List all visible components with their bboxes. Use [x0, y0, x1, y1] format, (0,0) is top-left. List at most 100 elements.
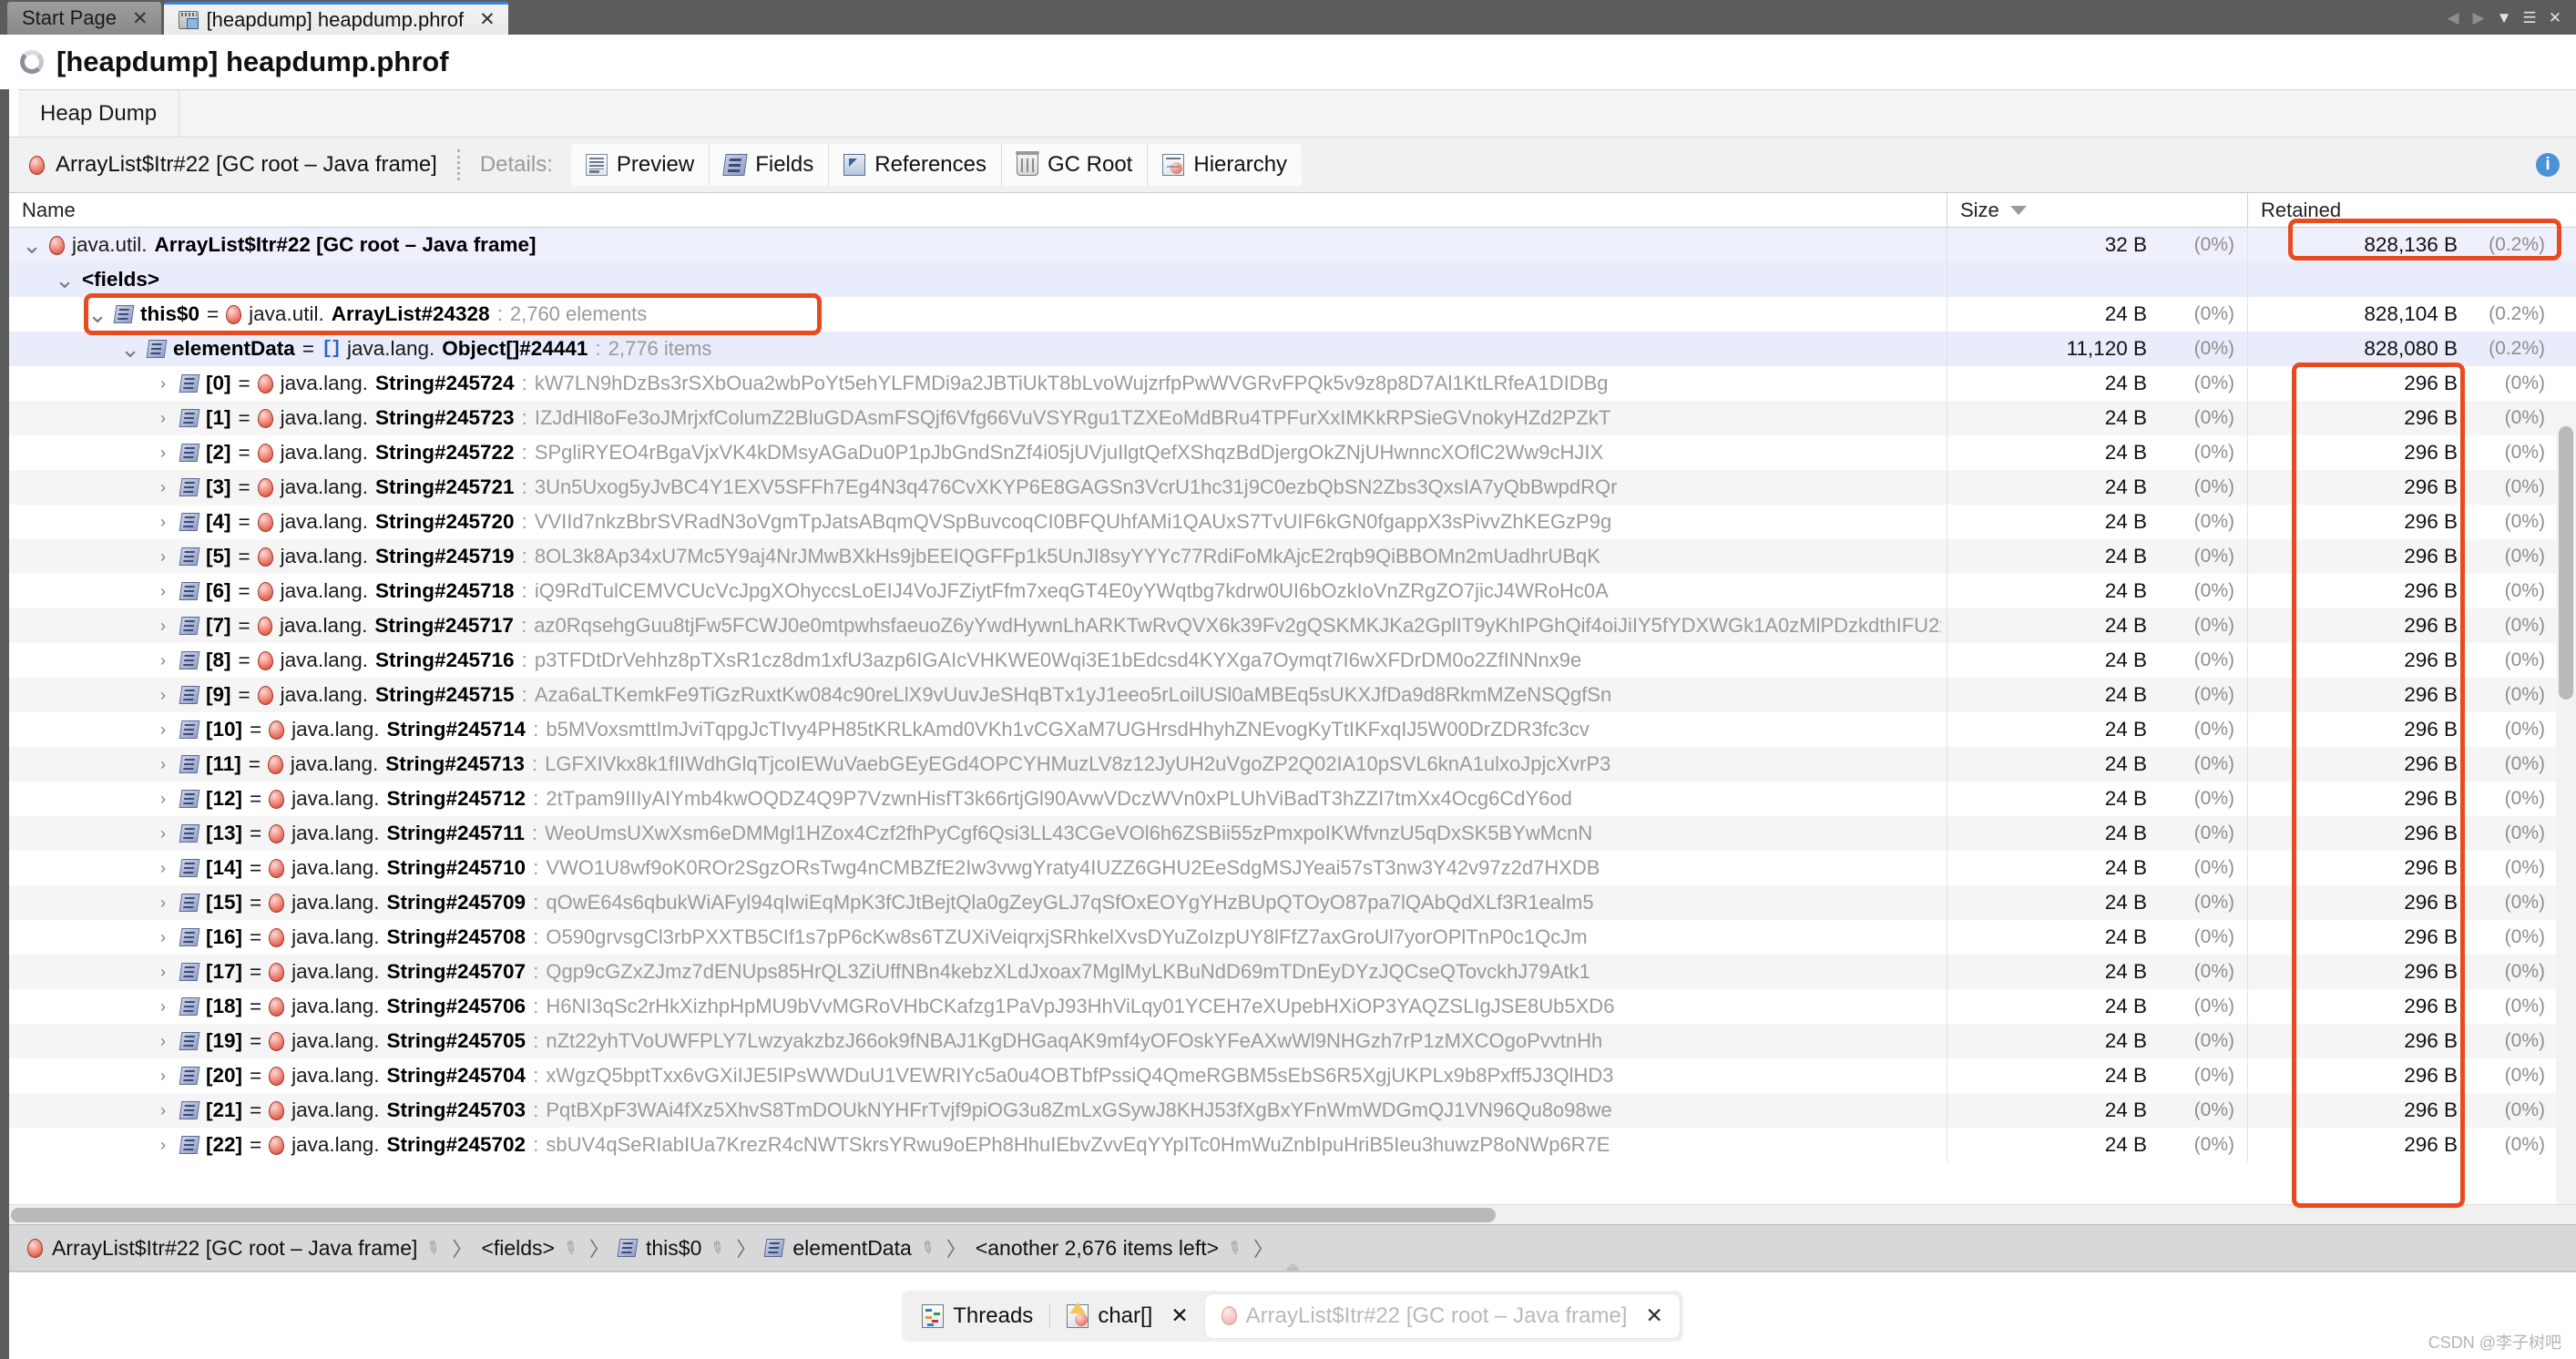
chevron-down-icon[interactable]: ⌄ — [55, 268, 75, 291]
chevron-right-icon[interactable]: › — [153, 859, 173, 878]
size-value: 24 B — [2104, 752, 2147, 775]
chevron-right-icon[interactable]: › — [153, 409, 173, 428]
vertical-scrollbar-thumb[interactable] — [2559, 426, 2573, 700]
chevron-right-icon[interactable]: › — [153, 444, 173, 463]
table-row[interactable]: ⌄ this$0 = java.util. ArrayList#24328 : 2,… — [9, 297, 2576, 332]
close-icon[interactable]: ✕ — [1645, 1303, 1662, 1328]
chevron-right-icon[interactable]: › — [153, 582, 173, 601]
retained-value: 296 B — [2404, 614, 2458, 637]
chevron-down-icon[interactable]: ⌄ — [87, 302, 107, 326]
editor-tab-heapdump[interactable]: [heapdump] heapdump.phrof ✕ — [163, 2, 508, 35]
table-row[interactable]: › [21] = java.lang. String#245703 : PqtBXp… — [9, 1093, 2576, 1128]
column-header-size[interactable]: Size — [1947, 193, 2247, 227]
table-row[interactable]: › [12] = java.lang. String#245712 : 2tTpam… — [9, 782, 2576, 816]
horizontal-scrollbar[interactable] — [9, 1204, 2576, 1224]
details-button-preview[interactable]: Preview — [570, 144, 710, 186]
table-row[interactable]: ⌄ <fields> — [9, 262, 2576, 297]
breadcrumb-item[interactable]: ArrayList$Itr#22 [GC root – Java frame] ✎… — [27, 1233, 472, 1262]
pin-icon[interactable]: ✎ — [1223, 1236, 1248, 1259]
chevron-right-icon[interactable]: › — [153, 755, 173, 774]
table-row[interactable]: ⌄ java.util. ArrayList$Itr#22 [GC root – J… — [9, 228, 2576, 262]
table-row[interactable]: › [10] = java.lang. String#245714 : b5MVox… — [9, 712, 2576, 747]
instance-dot-icon — [226, 304, 242, 324]
chevron-right-icon[interactable]: › — [153, 617, 173, 636]
bottom-tab-arraylist-itr[interactable]: ArrayList$Itr#22 [GC root – Java frame] … — [1204, 1293, 1680, 1338]
info-icon[interactable]: i — [2536, 153, 2560, 177]
chevron-right-icon[interactable]: › — [153, 720, 173, 740]
maximize-icon[interactable]: ☰ — [2518, 6, 2541, 30]
horizontal-scrollbar-thumb[interactable] — [11, 1208, 1496, 1222]
size-value: 24 B — [2104, 787, 2147, 810]
details-button-hierarchy[interactable]: Hierarchy — [1148, 144, 1303, 186]
class-name: String#245724 — [374, 372, 515, 394]
details-button-fields[interactable]: Fields — [710, 144, 830, 186]
chevron-right-icon[interactable]: › — [153, 1067, 173, 1086]
chevron-right-icon[interactable]: › — [153, 894, 173, 913]
table-row[interactable]: › [8] = java.lang. String#245716 : p3TFDtD… — [9, 643, 2576, 678]
close-icon[interactable]: ✕ — [132, 7, 148, 30]
details-button-references[interactable]: References — [829, 144, 1002, 186]
close-icon[interactable]: ✕ — [479, 8, 496, 31]
details-button-gc-root[interactable]: GC Root — [1001, 144, 1149, 186]
chevron-right-icon[interactable]: › — [153, 374, 173, 393]
table-row[interactable]: › [7] = java.lang. String#245717 : az0Rqse… — [9, 608, 2576, 643]
field-name: [16] — [206, 925, 243, 948]
breadcrumb-item[interactable]: elementData ✎ 〉 — [763, 1233, 966, 1262]
breadcrumb-item[interactable]: <fields> ✎ 〉 — [481, 1233, 609, 1262]
table-row[interactable]: › [1] = java.lang. String#245723 : IZJdHl8… — [9, 401, 2576, 435]
chevron-down-icon[interactable]: ⌄ — [22, 233, 42, 257]
table-row[interactable]: ⌄ elementData = [] java.lang. Object[]#244… — [9, 332, 2576, 366]
vertical-scrollbar[interactable] — [2556, 421, 2576, 1204]
table-row[interactable]: › [9] = java.lang. String#245715 : Aza6aLT… — [9, 678, 2576, 712]
bottom-tab-threads[interactable]: Threads — [905, 1294, 1049, 1338]
subtab-heap-dump[interactable]: Heap Dump — [18, 89, 180, 138]
pin-icon[interactable]: ✎ — [707, 1236, 731, 1259]
chevron-down-icon[interactable]: ⌄ — [120, 337, 140, 361]
chevron-right-icon[interactable]: › — [153, 928, 173, 947]
table-row[interactable]: › [13] = java.lang. String#245711 : WeoUms… — [9, 816, 2576, 851]
chevron-right-icon[interactable]: › — [153, 1032, 173, 1051]
table-row[interactable]: › [20] = java.lang. String#245704 : xWgzQ5… — [9, 1058, 2576, 1093]
chevron-right-icon[interactable]: › — [153, 790, 173, 809]
scroll-right-icon[interactable]: ▶ — [2467, 6, 2490, 30]
table-row[interactable]: › [0] = java.lang. String#245724 : kW7LN9h… — [9, 366, 2576, 401]
table-row[interactable]: › [15] = java.lang. String#245709 : qOwE64… — [9, 885, 2576, 920]
close-all-icon[interactable]: ✕ — [2543, 6, 2567, 30]
column-header-name[interactable]: Name — [9, 193, 1947, 227]
chevron-right-icon[interactable]: › — [153, 651, 173, 670]
scroll-left-icon[interactable]: ◀ — [2441, 6, 2465, 30]
table-row[interactable]: › [18] = java.lang. String#245706 : H6NI3q… — [9, 989, 2576, 1024]
chevron-right-icon[interactable]: › — [153, 824, 173, 843]
package-name: java.lang. — [291, 995, 380, 1017]
table-row[interactable]: › [3] = java.lang. String#245721 : 3Un5Uxo… — [9, 470, 2576, 505]
table-row[interactable]: › [17] = java.lang. String#245707 : Qgp9cG… — [9, 955, 2576, 989]
chevron-right-icon[interactable]: › — [153, 1136, 173, 1155]
table-row[interactable]: › [5] = java.lang. String#245719 : 8OL3k8A… — [9, 539, 2576, 574]
pin-icon[interactable]: ✎ — [423, 1236, 446, 1259]
chevron-right-icon[interactable]: › — [153, 1101, 173, 1120]
table-row[interactable]: › [19] = java.lang. String#245705 : nZt22y… — [9, 1024, 2576, 1058]
chevron-right-icon[interactable]: › — [153, 547, 173, 567]
table-row[interactable]: › [16] = java.lang. String#245708 : O590gr… — [9, 920, 2576, 955]
pin-icon[interactable]: ✎ — [916, 1236, 940, 1259]
chevron-right-icon[interactable]: › — [153, 686, 173, 705]
table-row[interactable]: › [22] = java.lang. String#245702 : sbUV4q… — [9, 1128, 2576, 1162]
table-row[interactable]: › [11] = java.lang. String#245713 : LGFXIV… — [9, 747, 2576, 782]
table-row[interactable]: › [4] = java.lang. String#245720 : VVIId7n… — [9, 505, 2576, 539]
close-icon[interactable]: ✕ — [1170, 1303, 1188, 1328]
tab-list-dropdown-icon[interactable]: ▼ — [2492, 6, 2516, 30]
table-row[interactable]: › [14] = java.lang. String#245710 : VWO1U8… — [9, 851, 2576, 885]
table-row[interactable]: › [6] = java.lang. String#245718 : iQ9RdTu… — [9, 574, 2576, 608]
pin-icon[interactable]: ✎ — [559, 1236, 583, 1259]
breadcrumb-item[interactable]: <another 2,676 items left> ✎ 〉 — [976, 1233, 1273, 1262]
cell-name: › [12] = java.lang. String#245712 : 2tTpam… — [9, 787, 1947, 811]
chevron-right-icon[interactable]: › — [153, 513, 173, 532]
chevron-right-icon[interactable]: › — [153, 963, 173, 982]
breadcrumb-item[interactable]: this$0 ✎ 〉 — [617, 1233, 756, 1262]
table-row[interactable]: › [2] = java.lang. String#245722 : SPgliRY… — [9, 435, 2576, 470]
bottom-tab-char-array[interactable]: char[] ✕ — [1050, 1294, 1204, 1338]
column-header-retained[interactable]: Retained — [2247, 193, 2576, 227]
chevron-right-icon[interactable]: › — [153, 997, 173, 1017]
chevron-right-icon[interactable]: › — [153, 478, 173, 497]
editor-tab-start-page[interactable]: Start Page ✕ — [7, 2, 161, 35]
